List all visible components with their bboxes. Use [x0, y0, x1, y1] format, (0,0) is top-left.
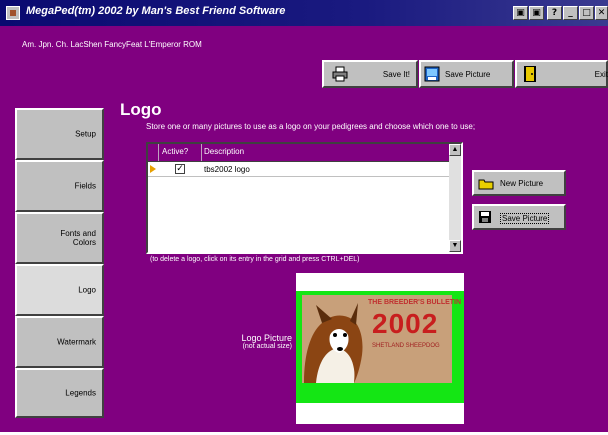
printer-icon [332, 66, 348, 82]
logo-year-text: 2002 [372, 308, 439, 339]
logo-picture-caption: Logo Picture (not actual size) [210, 333, 292, 350]
current-row-indicator-icon [150, 165, 156, 173]
sidebar-item-fonts-and-colors[interactable]: Fonts and Colors [15, 212, 104, 264]
grid-column-divider [201, 144, 202, 161]
close-icon[interactable]: ✕ [595, 6, 608, 20]
sidebar-item-watermark[interactable]: Watermark [15, 316, 104, 368]
new-picture-button[interactable]: New Picture [472, 170, 566, 196]
logo-picture-note: (not actual size) [242, 343, 292, 350]
column-header-description[interactable]: Description [204, 147, 244, 156]
save-it-button[interactable]: Save It! [322, 60, 418, 88]
logo-picture-label: Logo Picture [241, 333, 292, 343]
save-picture-toolbar-label: Save Picture [445, 70, 491, 79]
save-picture-toolbar-button[interactable]: Save Picture [419, 60, 514, 88]
logo-description-cell[interactable]: tbs2002 logo [204, 165, 250, 174]
sidebar-item-legends[interactable]: Legends [15, 368, 104, 418]
door-icon [524, 66, 536, 82]
toolbar-mini-icon-2[interactable]: ▣ [529, 6, 544, 20]
logo-instructions: Store one or many pictures to use as a l… [146, 122, 476, 131]
column-header-active[interactable]: Active? [162, 147, 188, 156]
logo-picture-frame: THE BREEDER'S BULLETIN 2002 SHETLAND SHE… [296, 273, 464, 424]
sidebar-item-setup[interactable]: Setup [15, 108, 104, 160]
exit-label: Exit [594, 70, 608, 79]
title-bar: MegaPed(tm) 2002 by Man's Best Friend So… [0, 0, 608, 26]
sidebar-item-label: Fields [74, 181, 96, 191]
logo-subtitle-text: SHETLAND SHEEPDOG [372, 343, 440, 349]
maximize-icon[interactable]: □ [579, 6, 594, 20]
grid-column-divider [158, 144, 159, 161]
save-picture-label: Save Picture [500, 213, 550, 224]
sidebar-item-label: Watermark [57, 337, 96, 347]
app-icon[interactable] [6, 6, 20, 20]
table-row[interactable]: ✓ tbs2002 logo [148, 162, 449, 177]
floppy-disk-icon [479, 211, 491, 223]
toolbar-mini-icon-1[interactable]: ▣ [513, 6, 528, 20]
picture-icon [424, 66, 440, 82]
page-title: Logo [120, 100, 162, 119]
save-picture-button[interactable]: Save Picture [472, 204, 566, 230]
delete-hint: (to delete a logo, click on its entry in… [150, 256, 360, 263]
window-title: MegaPed(tm) 2002 by Man's Best Friend So… [26, 5, 286, 17]
sidebar-item-label: Setup [75, 129, 96, 139]
grid-scrollbar[interactable]: ▲ ▼ [449, 144, 461, 252]
logo-grid[interactable]: Active? Description ✓ tbs2002 logo ▲ ▼ [146, 142, 463, 254]
sidebar-item-label: Logo [78, 285, 96, 295]
help-icon[interactable]: ? [547, 6, 562, 20]
dog-name-label: Am. Jpn. Ch. LacShen FancyFeat L'Emperor… [22, 40, 202, 49]
sidebar-item-fields[interactable]: Fields [15, 160, 104, 212]
scroll-up-icon[interactable]: ▲ [449, 144, 461, 156]
grid-header: Active? Description [148, 144, 449, 162]
scroll-down-icon[interactable]: ▼ [449, 240, 461, 252]
sidebar-item-logo[interactable]: Logo [15, 264, 104, 316]
exit-button[interactable]: Exit [515, 60, 608, 88]
app-window: MegaPed(tm) 2002 by Man's Best Friend So… [0, 0, 608, 432]
save-it-label: Save It! [382, 70, 410, 79]
folder-icon [478, 179, 494, 190]
sidebar-item-label: Legends [65, 388, 96, 398]
active-checkbox[interactable]: ✓ [175, 164, 185, 174]
sidebar-item-label: Fonts and Colors [60, 229, 96, 247]
logo-picture-image: THE BREEDER'S BULLETIN 2002 SHETLAND SHE… [302, 295, 461, 383]
new-picture-label: New Picture [500, 179, 544, 188]
minimize-icon[interactable]: _ [563, 6, 578, 20]
logo-header-text: THE BREEDER'S BULLETIN [368, 299, 462, 306]
